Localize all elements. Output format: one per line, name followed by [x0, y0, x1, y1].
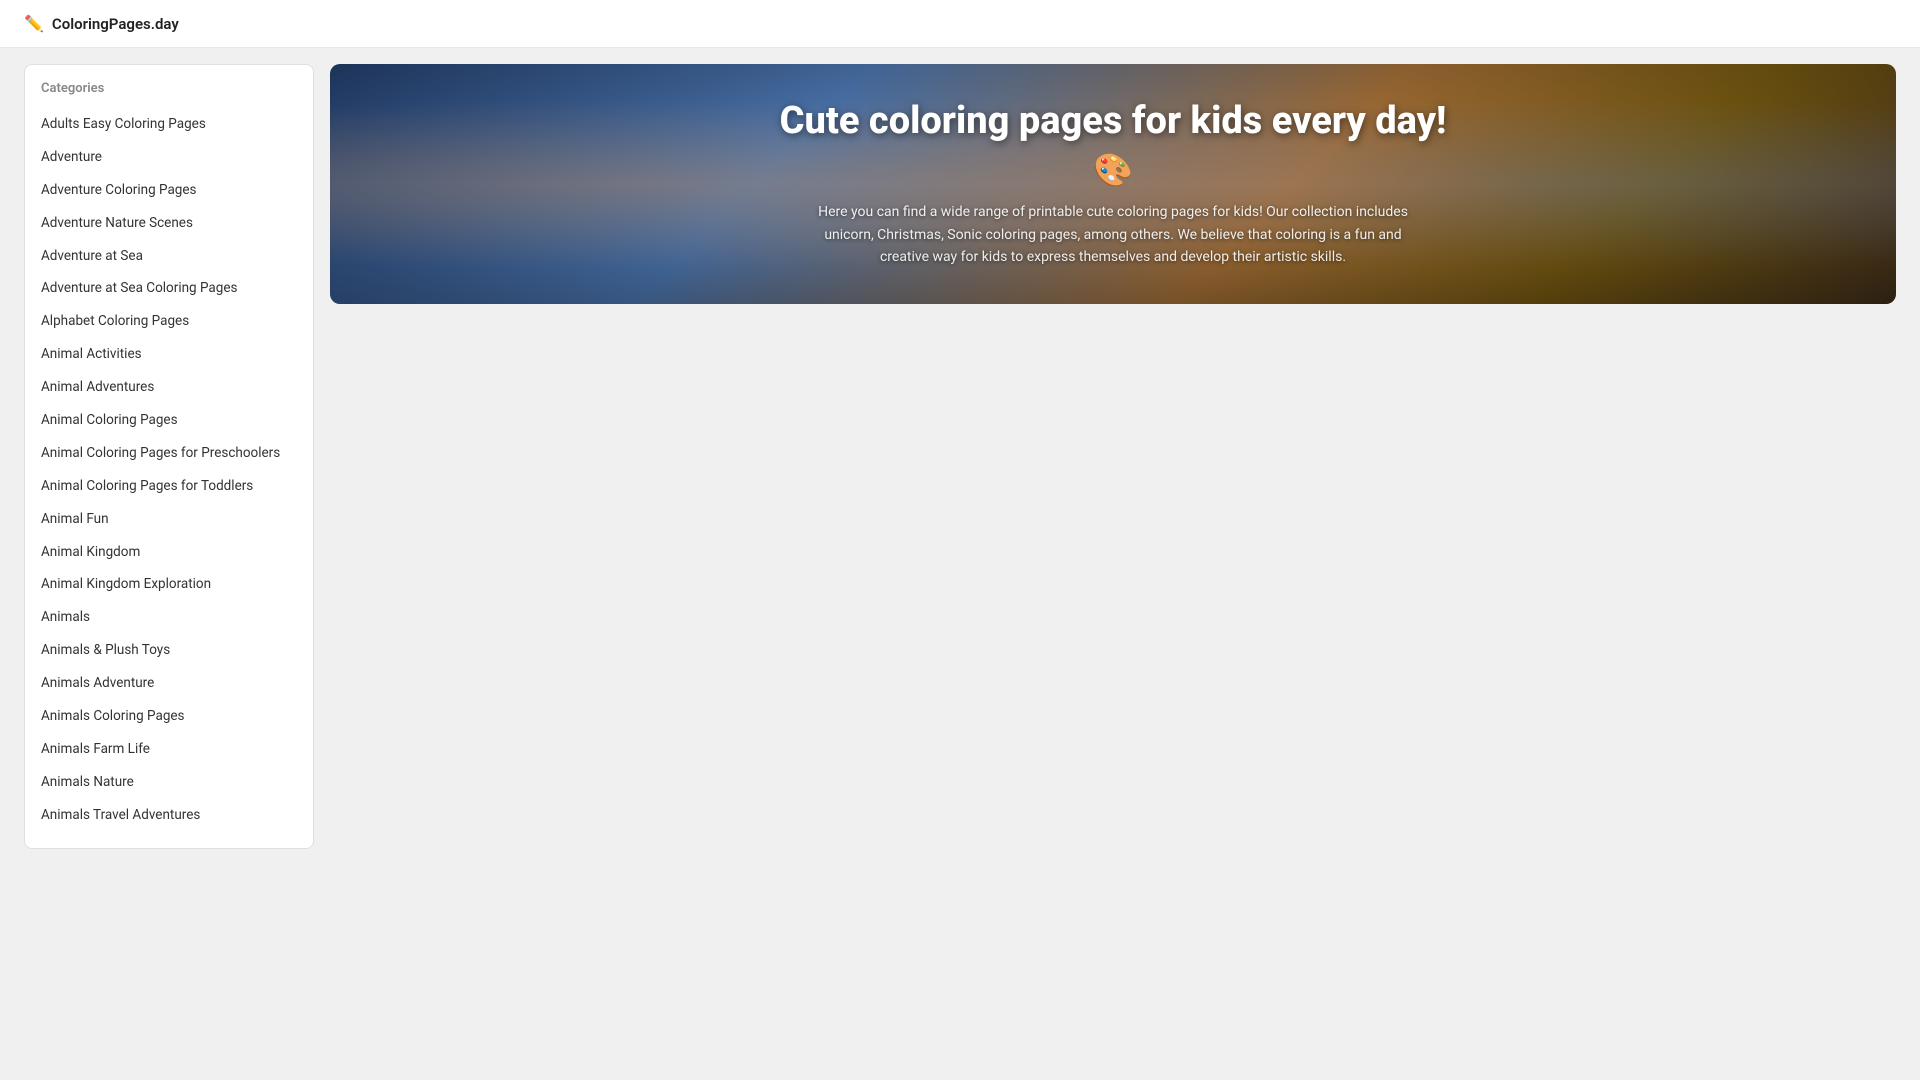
sidebar-item[interactable]: Alphabet Coloring Pages — [25, 305, 313, 338]
sidebar-item[interactable]: Adults Easy Coloring Pages — [25, 108, 313, 141]
sidebar-item[interactable]: Animals Coloring Pages — [25, 700, 313, 733]
hero-banner: Cute coloring pages for kids every day! … — [330, 64, 1896, 304]
sidebar-item[interactable]: Animals — [25, 601, 313, 634]
content-area: Cute coloring pages for kids every day! … — [330, 64, 1896, 849]
hero-title: Cute coloring pages for kids every day! — [780, 99, 1447, 143]
hero-description: Here you can find a wide range of printa… — [813, 201, 1413, 268]
sidebar-item[interactable]: Adventure Nature Scenes — [25, 207, 313, 240]
sidebar-item[interactable]: Animal Coloring Pages — [25, 404, 313, 437]
sidebar-item[interactable]: Animals Adventure — [25, 667, 313, 700]
sidebar-title: Categories — [25, 81, 313, 108]
sidebar-item[interactable]: Adventure at Sea — [25, 240, 313, 273]
site-header: ✏️ ColoringPages.day — [0, 0, 1920, 48]
sidebar-item[interactable]: Animal Coloring Pages for Toddlers — [25, 470, 313, 503]
sidebar-item[interactable]: Adventure — [25, 141, 313, 174]
sidebar-item[interactable]: Animal Fun — [25, 503, 313, 536]
sidebar-item[interactable]: Animals Travel Adventures — [25, 799, 313, 832]
main-layout: Categories Adults Easy Coloring PagesAdv… — [0, 48, 1920, 865]
sidebar-item[interactable]: Animals Farm Life — [25, 733, 313, 766]
sidebar-items: Adults Easy Coloring PagesAdventureAdven… — [25, 108, 313, 832]
logo[interactable]: ✏️ ColoringPages.day — [24, 14, 179, 33]
sidebar-item[interactable]: Adventure at Sea Coloring Pages — [25, 272, 313, 305]
sidebar-item[interactable]: Animals Nature — [25, 766, 313, 799]
sidebar-item[interactable]: Animal Adventures — [25, 371, 313, 404]
sidebar-item[interactable]: Animal Kingdom Exploration — [25, 568, 313, 601]
sidebar-item[interactable]: Animals & Plush Toys — [25, 634, 313, 667]
sidebar-item[interactable]: Animal Coloring Pages for Preschoolers — [25, 437, 313, 470]
logo-text: ColoringPages.day — [52, 15, 179, 33]
logo-icon: ✏️ — [24, 14, 44, 33]
hero-emoji: 🎨 — [1093, 151, 1133, 189]
sidebar-item[interactable]: Animal Kingdom — [25, 536, 313, 569]
sidebar: Categories Adults Easy Coloring PagesAdv… — [24, 64, 314, 849]
sidebar-item[interactable]: Animal Activities — [25, 338, 313, 371]
sidebar-item[interactable]: Adventure Coloring Pages — [25, 174, 313, 207]
